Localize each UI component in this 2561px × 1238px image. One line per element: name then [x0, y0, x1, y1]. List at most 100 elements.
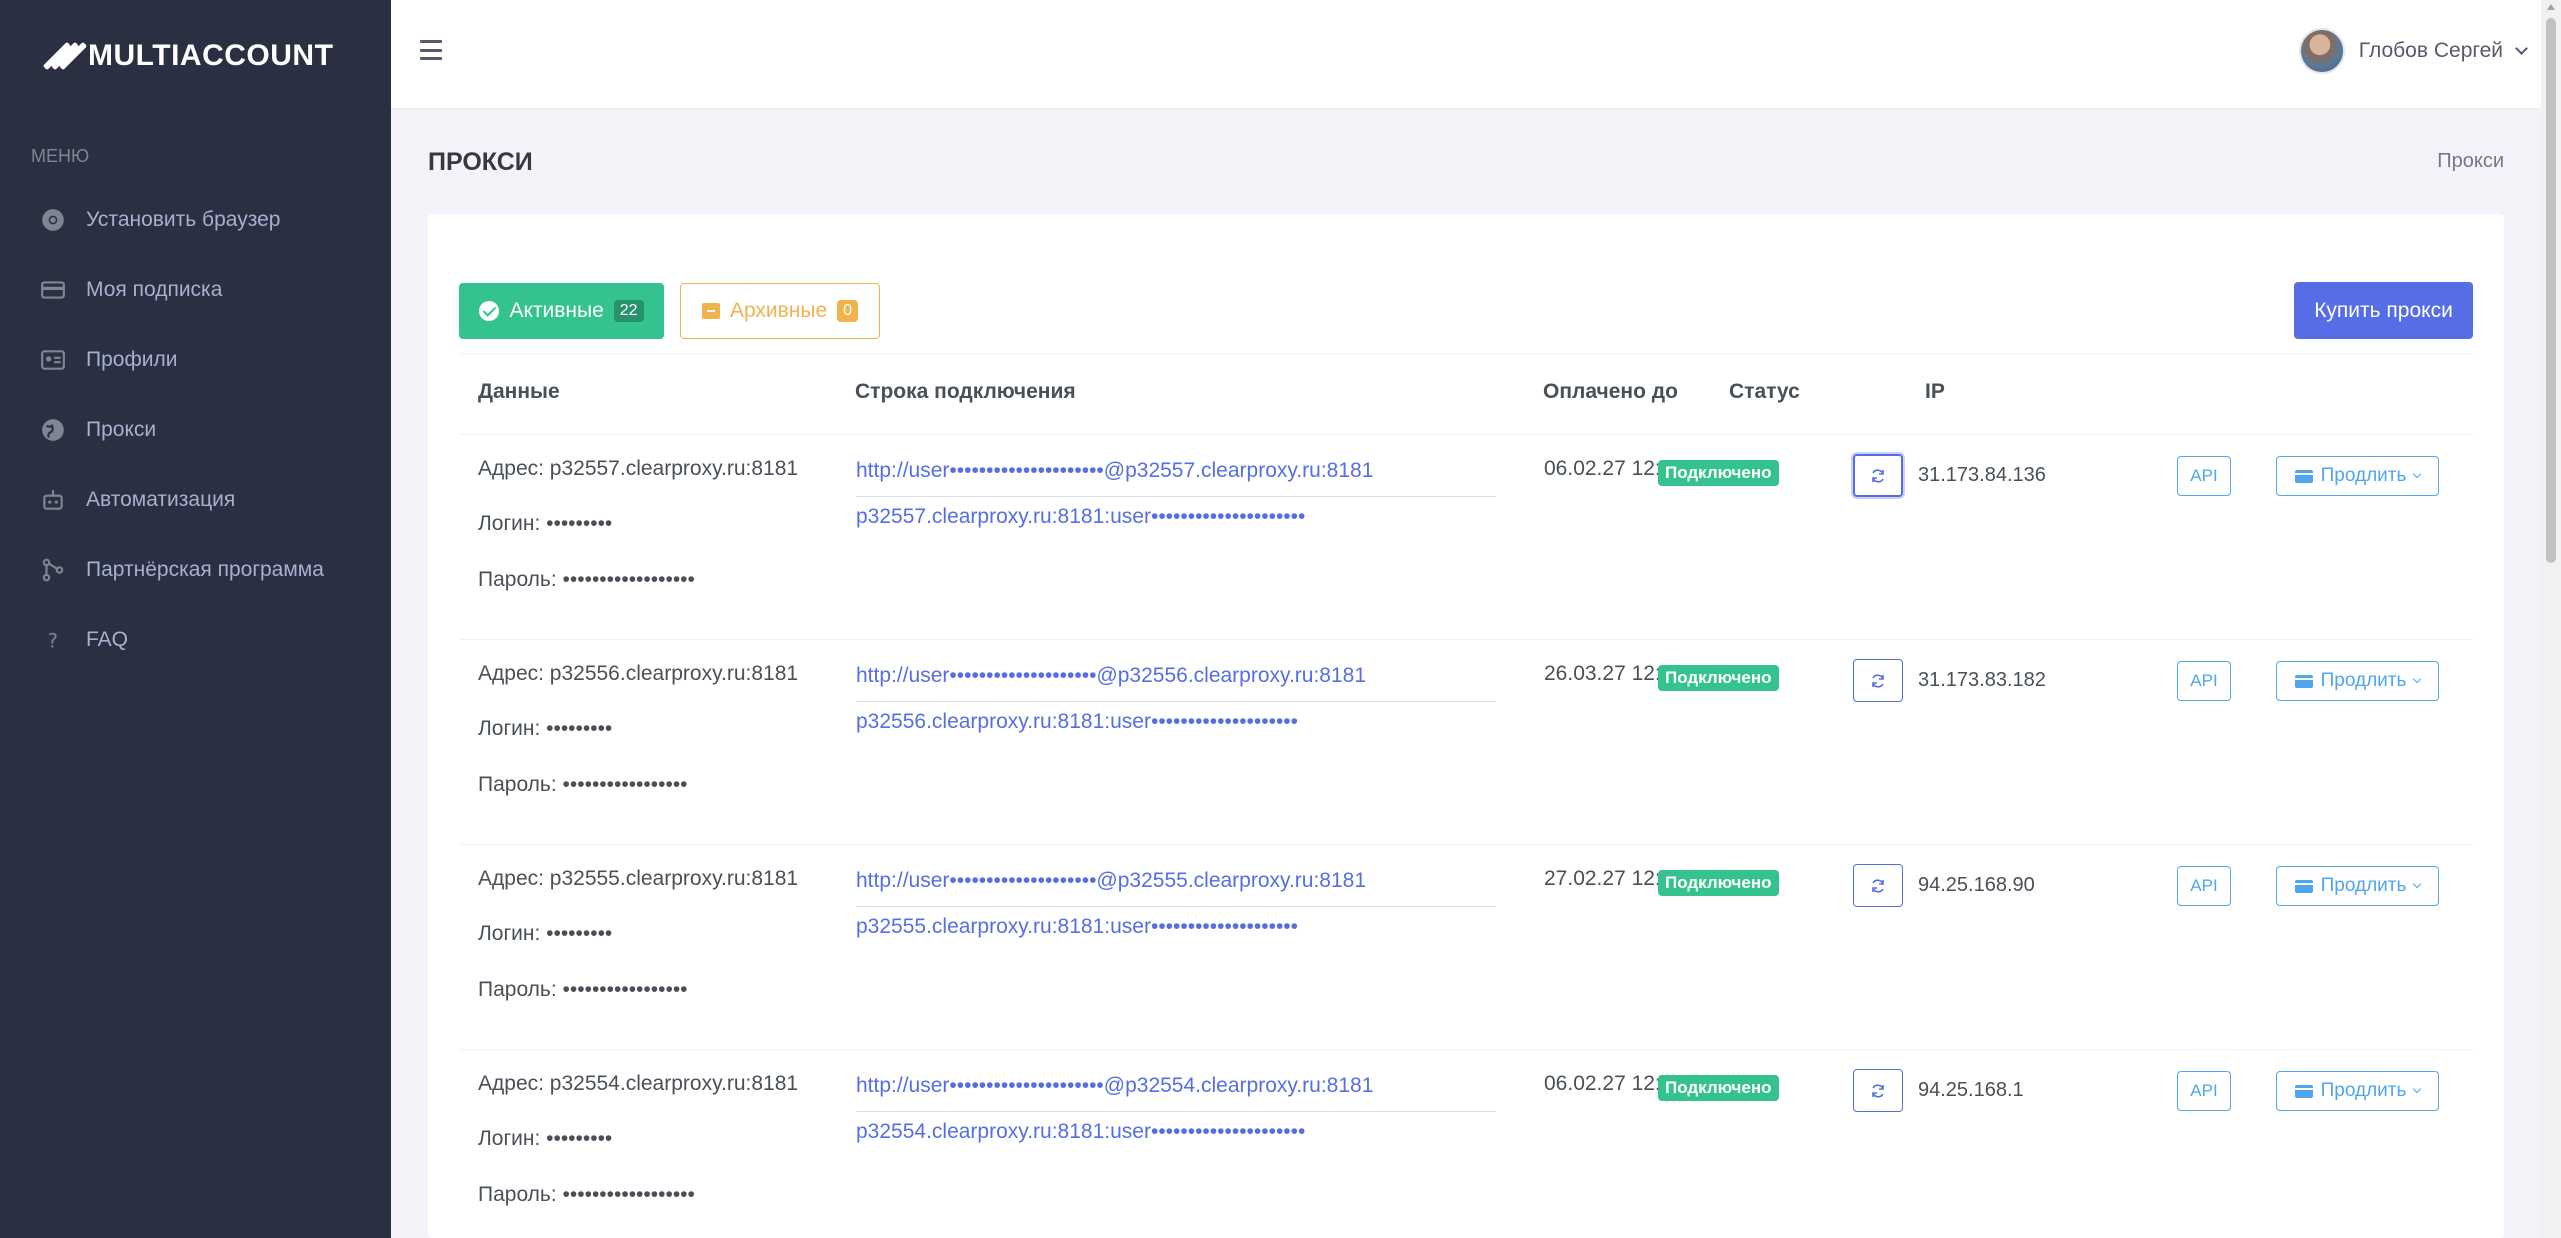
proxy-address: Адрес: p32557.clearproxy.ru:8181	[478, 457, 799, 480]
credit-card-icon	[40, 277, 66, 303]
extend-button[interactable]: Продлить	[2276, 866, 2439, 906]
refresh-ip-button[interactable]	[1853, 659, 1903, 702]
breadcrumb[interactable]: Прокси	[2437, 150, 2504, 173]
id-card-icon	[40, 347, 66, 373]
sidebar-item-automation[interactable]: Автоматизация	[0, 465, 391, 535]
column-header-paid-until: Оплачено до	[1543, 380, 1678, 403]
api-button[interactable]: API	[2177, 866, 2231, 906]
avatar[interactable]	[2298, 28, 2345, 74]
logo-text: MULTIACCOUNT	[88, 39, 334, 72]
proxy-address: Адрес: p32555.clearproxy.ru:8181	[478, 867, 799, 890]
column-header-connection: Строка подключения	[855, 380, 1076, 403]
archive-tab-label: Архивные	[729, 299, 828, 322]
user-menu[interactable]: Глобов Сергей	[2298, 28, 2528, 74]
proxy-password: Пароль: •••••••••••••••••	[478, 773, 688, 796]
sidebar-item-proxy[interactable]: Прокси	[0, 395, 391, 465]
archive-tab-button[interactable]: Архивные 0	[680, 283, 880, 339]
sidebar-item-partner[interactable]: Партнёрская программа	[0, 535, 391, 605]
ip-address: 31.173.83.182	[1918, 669, 2046, 691]
chevron-down-icon	[2413, 674, 2422, 684]
chevron-down-icon	[2413, 469, 2422, 479]
robot-icon	[40, 487, 66, 513]
connection-string-link[interactable]: p32556.clearproxy.ru:8181:user••••••••••…	[856, 710, 1298, 734]
proxy-address: Адрес: p32556.clearproxy.ru:8181	[478, 662, 799, 685]
logo-mark-icon	[42, 41, 88, 71]
question-icon: ?	[40, 627, 66, 653]
logo[interactable]: MULTIACCOUNT	[42, 36, 334, 76]
connection-url-link[interactable]: http://user••••••••••••••••••••@p32556.c…	[856, 664, 1366, 688]
sidebar-menu: Установить браузер Моя подписка Профили …	[0, 185, 391, 675]
scroll-up-icon[interactable]	[2547, 4, 2555, 10]
user-name: Глобов Сергей	[2358, 39, 2503, 62]
ip-address: 31.173.84.136	[1918, 464, 2046, 486]
proxy-login: Логин: •••••••••	[478, 512, 613, 535]
chrome-icon	[40, 207, 66, 233]
status-badge: Подключено	[1658, 665, 1779, 691]
connection-url-link[interactable]: http://user•••••••••••••••••••••@p32557.…	[856, 459, 1373, 483]
archive-count-badge: 0	[837, 300, 859, 322]
active-count-badge: 22	[613, 300, 644, 322]
table-row: Адрес: p32557.clearproxy.ru:8181 Логин: …	[459, 435, 2474, 640]
sidebar-item-label: Профили	[86, 348, 178, 371]
chevron-down-icon	[2413, 1084, 2422, 1094]
menu-title: Меню	[31, 146, 90, 166]
sidebar-item-label: Партнёрская программа	[86, 558, 324, 581]
buy-proxy-button[interactable]: Купить прокси	[2294, 282, 2473, 339]
extend-label: Продлить	[2320, 875, 2407, 896]
divider	[856, 701, 1496, 702]
refresh-ip-button[interactable]	[1853, 1069, 1903, 1112]
page-scrollbar[interactable]	[2541, 0, 2561, 1238]
extend-button[interactable]: Продлить	[2276, 661, 2439, 701]
refresh-icon	[1872, 1083, 1884, 1098]
ip-address: 94.25.168.1	[1918, 1079, 2024, 1101]
connection-string-link[interactable]: p32555.clearproxy.ru:8181:user••••••••••…	[856, 915, 1298, 939]
svg-text:?: ?	[48, 630, 58, 653]
connection-string-link[interactable]: p32557.clearproxy.ru:8181:user••••••••••…	[856, 505, 1305, 529]
connection-url-link[interactable]: http://user•••••••••••••••••••••@p32554.…	[856, 1074, 1373, 1098]
scrollbar-thumb[interactable]	[2546, 18, 2556, 563]
archive-box-icon	[701, 303, 720, 319]
chevron-down-icon	[2413, 879, 2422, 889]
extend-button[interactable]: Продлить	[2276, 456, 2439, 496]
status-badge: Подключено	[1658, 1075, 1779, 1101]
proxy-password: Пароль: ••••••••••••••••••	[478, 1183, 695, 1206]
refresh-ip-button[interactable]	[1853, 864, 1903, 907]
extend-label: Продлить	[2320, 1080, 2407, 1101]
refresh-icon	[1872, 878, 1884, 893]
status-badge: Подключено	[1658, 460, 1779, 486]
extend-button[interactable]: Продлить	[2276, 1071, 2439, 1111]
divider	[856, 906, 1496, 907]
table-row: Адрес: p32554.clearproxy.ru:8181 Логин: …	[459, 1050, 2474, 1238]
active-tab-button[interactable]: Активные 22	[459, 283, 664, 339]
sidebar-item-subscription[interactable]: Моя подписка	[0, 255, 391, 325]
extend-label: Продлить	[2320, 670, 2407, 691]
column-header-ip: IP	[1925, 380, 1945, 403]
refresh-icon	[1872, 673, 1884, 688]
connection-url-link[interactable]: http://user••••••••••••••••••••@p32555.c…	[856, 869, 1366, 893]
divider	[856, 496, 1496, 497]
sidebar-item-faq[interactable]: ? FAQ	[0, 605, 391, 675]
refresh-icon	[1872, 468, 1884, 483]
sidebar: MULTIACCOUNT Меню Установить браузер Моя…	[0, 0, 391, 1238]
status-badge: Подключено	[1658, 870, 1779, 896]
proxy-login: Логин: •••••••••	[478, 1127, 613, 1150]
globe-icon	[40, 417, 66, 443]
menu-toggle-icon[interactable]	[420, 40, 442, 60]
table-row: Адрес: p32555.clearproxy.ru:8181 Логин: …	[459, 845, 2474, 1050]
active-tab-label: Активные	[509, 299, 604, 322]
api-button[interactable]: API	[2177, 456, 2231, 496]
proxy-password: Пароль: •••••••••••••••••	[478, 978, 688, 1001]
extend-label: Продлить	[2320, 465, 2407, 486]
column-header-data: Данные	[478, 380, 560, 403]
check-circle-icon	[479, 301, 500, 321]
page-title: ПРОКСИ	[428, 148, 533, 176]
share-icon	[40, 557, 66, 583]
credit-card-icon	[2294, 1084, 2313, 1098]
divider	[856, 1111, 1496, 1112]
connection-string-link[interactable]: p32554.clearproxy.ru:8181:user••••••••••…	[856, 1120, 1305, 1144]
sidebar-item-profiles[interactable]: Профили	[0, 325, 391, 395]
api-button[interactable]: API	[2177, 1071, 2231, 1111]
sidebar-item-install-browser[interactable]: Установить браузер	[0, 185, 391, 255]
refresh-ip-button[interactable]	[1853, 454, 1903, 497]
api-button[interactable]: API	[2177, 661, 2231, 701]
